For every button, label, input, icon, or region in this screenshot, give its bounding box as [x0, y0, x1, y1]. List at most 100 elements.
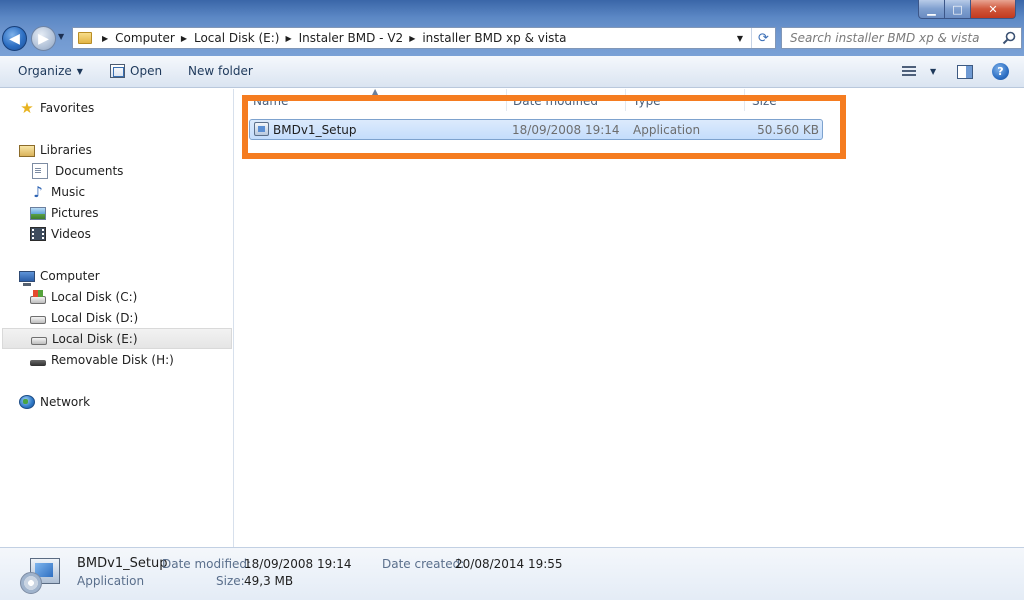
nav-local-disk-d[interactable]: Local Disk (D:): [30, 307, 138, 328]
caret-down-icon: ▼: [76, 66, 83, 76]
column-header-name[interactable]: Name: [253, 94, 288, 108]
breadcrumb-computer[interactable]: ▶ Computer: [96, 31, 175, 45]
details-size-value: 49,3 MB: [244, 574, 294, 588]
maximize-button[interactable]: □: [945, 0, 971, 19]
libraries-icon: [19, 144, 35, 157]
file-list[interactable]: ▲ Name Date modified Type Size BMDv1_Set…: [235, 87, 1024, 547]
details-pane: BMDv1_Setup Application Date modified: 1…: [0, 547, 1024, 600]
details-file-type: Application: [77, 574, 145, 588]
back-button[interactable]: ◀: [2, 26, 27, 51]
new-folder-button[interactable]: New folder: [188, 64, 253, 78]
breadcrumb-instaler-bmd[interactable]: ▶ Instaler BMD - V2: [279, 31, 403, 45]
nav-label: Documents: [55, 163, 124, 178]
details-date-created-label: Date created:: [382, 557, 465, 571]
column-header-type[interactable]: Type: [633, 94, 661, 108]
arrow-right-icon: ▶: [38, 30, 49, 47]
search-input[interactable]: [782, 28, 997, 48]
help-icon[interactable]: ?: [992, 63, 1009, 80]
address-history-dropdown[interactable]: ▼: [733, 28, 747, 48]
nav-local-disk-e[interactable]: Local Disk (E:): [2, 328, 232, 349]
new-folder-label: New folder: [188, 64, 253, 78]
hard-disk-icon: [30, 316, 46, 324]
nav-pictures[interactable]: Pictures: [30, 202, 99, 223]
chevron-right-icon[interactable]: ▶: [181, 34, 187, 43]
picture-icon: [30, 206, 46, 220]
details-size-label: Size:: [216, 574, 245, 588]
column-header-date-modified[interactable]: Date modified: [513, 94, 598, 108]
nav-label: Local Disk (D:): [51, 310, 139, 325]
organize-label: Organize: [18, 64, 72, 78]
nav-label: Network: [40, 394, 91, 409]
file-type: Application: [633, 123, 701, 137]
address-bar[interactable]: ▶ Computer ▶ Local Disk (E:) ▶ Instaler …: [72, 27, 776, 49]
star-icon: ★: [20, 98, 34, 117]
command-bar: Organize ▼ Open New folder ▼: [0, 56, 1024, 88]
breadcrumb-label[interactable]: Computer: [115, 31, 175, 45]
nav-label: Computer: [40, 268, 100, 283]
nav-computer[interactable]: Computer: [19, 265, 100, 286]
refresh-button[interactable]: ⟳: [751, 28, 775, 48]
nav-network[interactable]: Network: [19, 391, 90, 412]
open-button[interactable]: Open: [110, 64, 162, 78]
organize-button[interactable]: Organize ▼: [18, 64, 83, 78]
details-date-created-value: 20/08/2014 19:55: [455, 557, 563, 571]
close-button[interactable]: ✕: [971, 0, 1016, 19]
column-header-size[interactable]: Size: [752, 94, 777, 108]
table-row[interactable]: BMDv1_Setup 18/09/2008 19:14 Application…: [249, 119, 823, 140]
breadcrumb-label[interactable]: Local Disk (E:): [194, 31, 280, 45]
caret-down-icon[interactable]: ▼: [930, 67, 936, 76]
recent-pages-button[interactable]: ▼: [58, 32, 64, 41]
nav-favorites[interactable]: ★ Favorites: [19, 97, 94, 118]
details-file-name: BMDv1_Setup: [77, 556, 168, 571]
window-controls: ▁ □ ✕: [918, 0, 1016, 19]
details-date-modified-label: Date modified:: [162, 557, 252, 571]
chevron-right-icon[interactable]: ▶: [409, 34, 415, 43]
open-window-icon: [110, 64, 125, 78]
nav-music[interactable]: ♪ Music: [30, 181, 85, 202]
nav-libraries[interactable]: Libraries: [19, 139, 92, 160]
system-disk-icon: [30, 289, 46, 304]
change-view-button[interactable]: ▼: [902, 65, 936, 77]
column-divider[interactable]: [744, 89, 745, 111]
nav-label: Favorites: [40, 100, 95, 115]
setup-application-icon: [18, 554, 62, 596]
breadcrumb-label[interactable]: installer BMD xp & vista: [422, 31, 566, 45]
nav-label: Removable Disk (H:): [51, 352, 174, 367]
minimize-button[interactable]: ▁: [918, 0, 945, 19]
search-icon[interactable]: [1001, 30, 1017, 46]
search-box[interactable]: [781, 27, 1022, 49]
preview-pane-icon[interactable]: [957, 65, 973, 79]
hard-disk-icon: [31, 337, 47, 345]
document-icon: [32, 162, 48, 179]
network-icon: [19, 394, 35, 409]
nav-label: Videos: [51, 226, 91, 241]
breadcrumb-local-disk-e[interactable]: ▶ Local Disk (E:): [175, 31, 280, 45]
file-name: BMDv1_Setup: [273, 123, 357, 137]
column-divider[interactable]: [625, 89, 626, 111]
nav-documents[interactable]: Documents: [30, 160, 123, 181]
forward-button[interactable]: ▶: [31, 26, 56, 51]
nav-label: Local Disk (C:): [51, 289, 138, 304]
column-divider[interactable]: [506, 89, 507, 111]
file-date-modified: 18/09/2008 19:14: [512, 123, 620, 137]
breadcrumb-installer-bmd-xp-vista[interactable]: ▶ installer BMD xp & vista: [403, 31, 566, 45]
navigation-pane: ★ Favorites Libraries Documents ♪ Music …: [0, 89, 234, 547]
details-view-icon: [902, 65, 916, 77]
details-date-modified-value: 18/09/2008 19:14: [244, 557, 352, 571]
nav-videos[interactable]: Videos: [30, 223, 91, 244]
chevron-right-icon[interactable]: ▶: [285, 34, 291, 43]
chevron-right-icon[interactable]: ▶: [102, 34, 108, 43]
nav-label: Local Disk (E:): [52, 331, 138, 346]
nav-local-disk-c[interactable]: Local Disk (C:): [30, 286, 137, 307]
application-icon: [254, 122, 269, 136]
removable-disk-icon: [30, 359, 46, 366]
nav-removable-disk-h[interactable]: Removable Disk (H:): [30, 349, 174, 370]
nav-label: Libraries: [40, 142, 92, 157]
breadcrumb-label[interactable]: Instaler BMD - V2: [299, 31, 404, 45]
column-headers: ▲ Name Date modified Type Size: [235, 87, 835, 113]
computer-icon: [19, 270, 35, 286]
open-label: Open: [130, 64, 163, 78]
music-note-icon: ♪: [33, 182, 43, 201]
film-icon: [30, 226, 46, 241]
arrow-left-icon: ◀: [9, 30, 20, 47]
